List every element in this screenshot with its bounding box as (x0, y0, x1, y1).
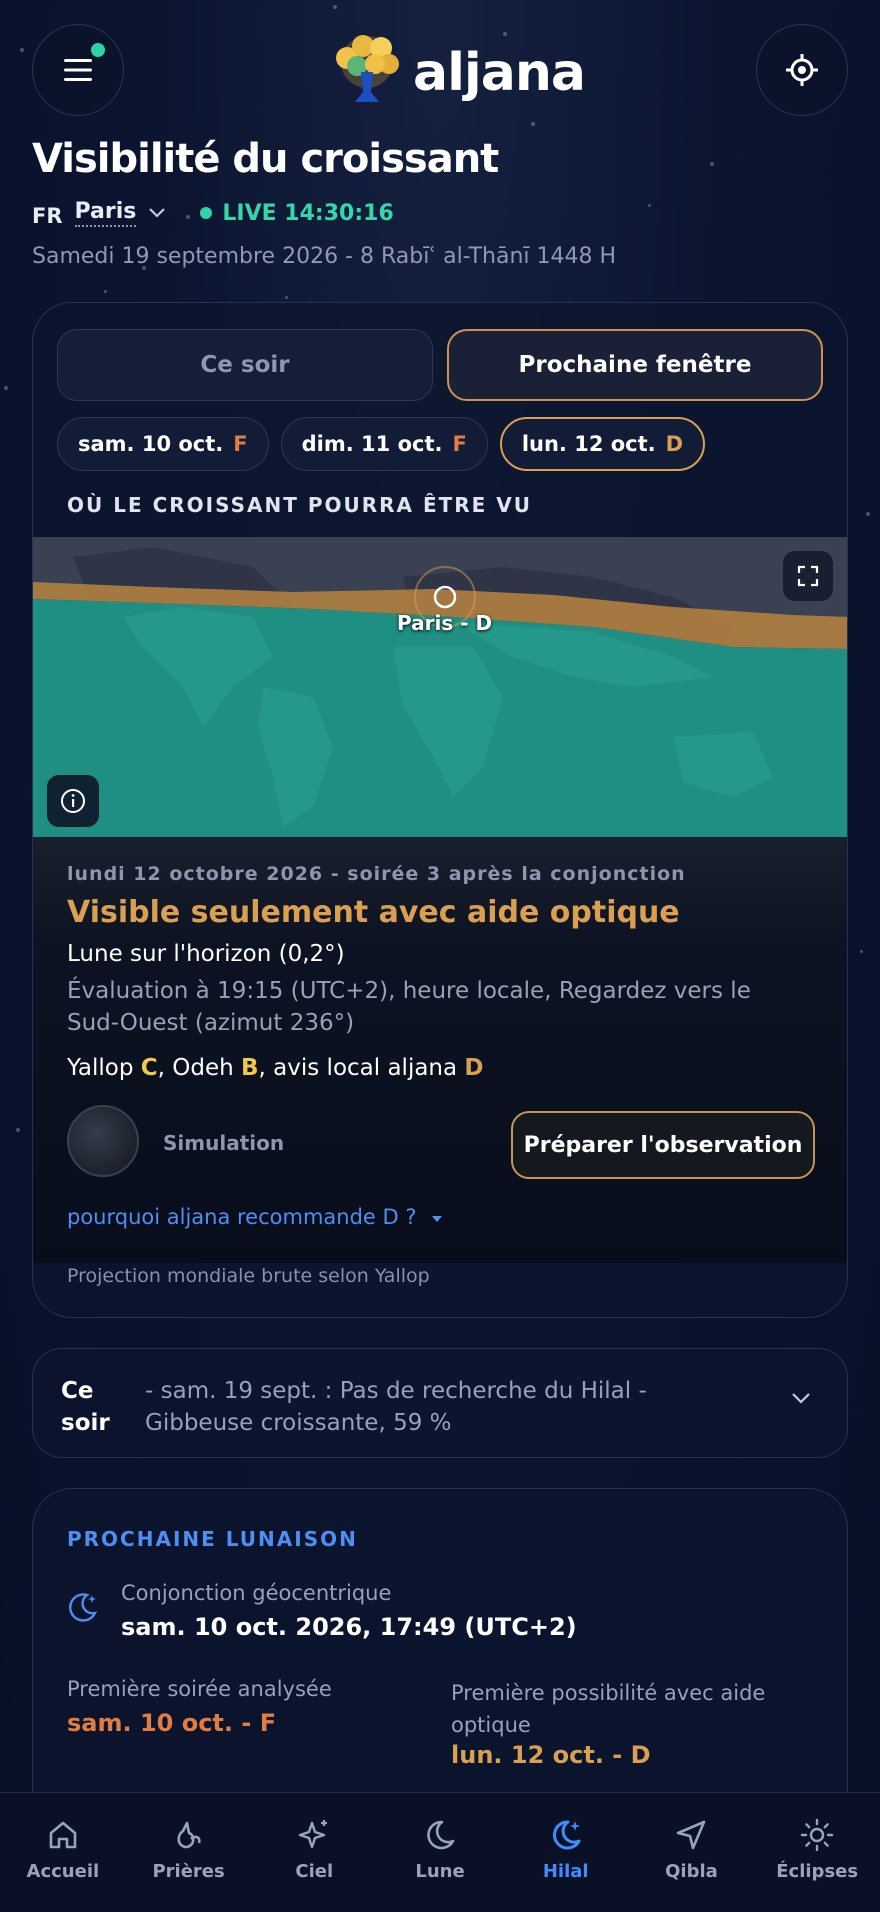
tonight-label: Ce soir (61, 1378, 110, 1436)
tonight-text: - sam. 19 sept. : Pas de recherche du Hi… (145, 1378, 647, 1436)
tab-ce-soir[interactable]: Ce soir (57, 329, 433, 401)
nav-item-hilal[interactable]: Hilal (503, 1793, 629, 1912)
map-marker-label: Paris - D (397, 611, 493, 635)
date-line: Samedi 19 septembre 2026 - 8 Rabīʿ al-Th… (32, 244, 617, 269)
first-optical-label: Première possibilité avec aide optique (451, 1681, 766, 1737)
nav-item-lune[interactable]: Lune (377, 1793, 503, 1912)
tonight-summary[interactable]: Ce soir - sam. 19 sept. : Pas de recherc… (32, 1348, 848, 1458)
day-chips: sam. 10 oct. F dim. 11 oct. F lun. 12 oct.… (57, 417, 706, 471)
crescent-star-icon (69, 1593, 98, 1622)
caret-down-icon (432, 1216, 443, 1222)
nav-item-ciel[interactable]: Ciel (251, 1793, 377, 1912)
chevron-down-icon[interactable] (148, 207, 166, 219)
grade-badge: D (665, 432, 684, 456)
moon-horizon-line: Lune sur l'horizon (0,2°) (67, 941, 345, 967)
live-clock: LIVE 14:30:16 (222, 200, 394, 226)
nav-item-eclipses[interactable]: Éclipses (754, 1793, 880, 1912)
conjunction-value: sam. 10 oct. 2026, 17:49 (UTC+2) (121, 1613, 577, 1641)
simulation-label[interactable]: Simulation (163, 1131, 284, 1155)
expand-icon (797, 565, 819, 587)
sun-icon (800, 1818, 834, 1852)
first-evening-label: Première soirée analysée (67, 1677, 332, 1701)
first-evening-value: sam. 10 oct. - F (67, 1709, 277, 1737)
nav-item-accueil[interactable]: Accueil (0, 1793, 126, 1912)
location-row: FR Paris LIVE 14:30:16 (32, 198, 394, 228)
locate-button[interactable] (756, 24, 848, 116)
why-recommendation-link[interactable]: pourquoi aljana recommande D ? (67, 1205, 443, 1229)
odeh-grade: B (241, 1055, 259, 1081)
day-chip[interactable]: sam. 10 oct. F (57, 417, 269, 471)
menu-button[interactable] (32, 24, 124, 116)
info-button[interactable] (47, 775, 99, 827)
grade-badge: F (452, 432, 467, 456)
projection-note: Projection mondiale brute selon Yallop (67, 1265, 430, 1287)
page-title: Visibilité du croissant (32, 136, 499, 182)
visibility-card: Ce soir Prochaine fenêtre sam. 10 oct. F … (32, 302, 848, 1318)
lunation-title: PROCHAINE LUNAISON (67, 1527, 358, 1551)
visibility-verdict: Visible seulement avec aide optique (67, 895, 680, 930)
result-subtitle: lundi 12 octobre 2026 - soirée 3 après l… (67, 863, 686, 885)
nav-item-prieres[interactable]: Prières (126, 1793, 252, 1912)
evaluation-line: Évaluation à 19:15 (UTC+2), heure locale… (67, 978, 751, 1036)
crosshair-icon (786, 54, 818, 86)
world-map-graphic (33, 537, 847, 837)
compass-arrow-icon (677, 1820, 706, 1850)
day-chip-selected[interactable]: lun. 12 oct. D (499, 417, 706, 471)
grade-badge: F (233, 432, 248, 456)
live-indicator-dot (200, 207, 213, 219)
notification-dot (91, 43, 105, 57)
crescent-icon (552, 1820, 581, 1850)
criteria-line: Yallop C, Odeh B, avis local aljana D (67, 1055, 484, 1081)
city-selector[interactable]: Paris (74, 199, 137, 227)
visibility-map[interactable]: Paris - D (33, 537, 847, 837)
chevron-down-icon[interactable] (791, 1391, 811, 1405)
moon-icon (427, 1820, 455, 1850)
home-icon (49, 1821, 77, 1849)
prayer-icon (177, 1821, 201, 1849)
logo-text: aljana (413, 43, 586, 103)
local-grade: D (464, 1055, 484, 1081)
menu-icon (64, 59, 92, 81)
nav-item-qibla[interactable]: Qibla (629, 1793, 755, 1912)
moon-simulation-image[interactable] (67, 1105, 139, 1177)
fullscreen-button[interactable] (783, 551, 833, 601)
day-chip[interactable]: dim. 11 oct. F (280, 417, 488, 471)
bottom-nav: Accueil Prières Ciel Lune Hilal Qibla Éc… (0, 1792, 880, 1912)
yallop-grade: C (140, 1055, 158, 1081)
app-logo: aljana (325, 28, 586, 112)
first-optical-value: lun. 12 oct. - D (451, 1741, 651, 1769)
map-section-title: OÙ LE CROISSANT POURRA ÊTRE VU (67, 493, 533, 517)
prepare-observation-button[interactable]: Préparer l'observation (511, 1111, 815, 1179)
tree-logo-icon (336, 35, 399, 102)
conjunction-label: Conjonction géocentrique (121, 1581, 392, 1605)
info-icon (61, 789, 85, 813)
country-code: FR (32, 204, 63, 228)
result-panel: lundi 12 octobre 2026 - soirée 3 après l… (33, 837, 847, 1263)
sparkle-icon (299, 1820, 328, 1849)
tab-prochaine-fenetre[interactable]: Prochaine fenêtre (447, 329, 823, 401)
